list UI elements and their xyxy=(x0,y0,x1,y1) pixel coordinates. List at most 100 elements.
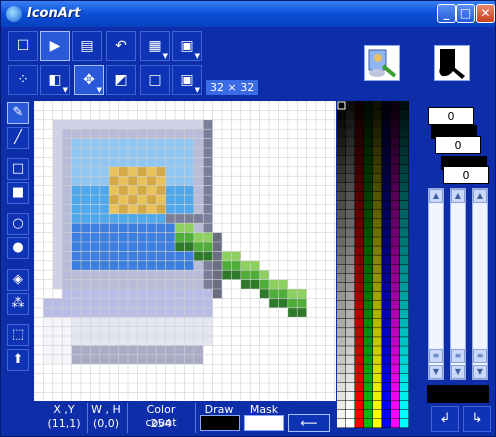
palette-swatch[interactable] xyxy=(355,200,364,210)
palette-swatch[interactable] xyxy=(355,264,364,274)
palette-swatch[interactable] xyxy=(391,400,400,410)
palette-swatch[interactable] xyxy=(400,200,409,210)
palette-swatch[interactable] xyxy=(382,101,391,110)
palette-swatch[interactable] xyxy=(364,391,373,401)
palette-swatch[interactable] xyxy=(364,110,373,119)
palette-swatch[interactable] xyxy=(391,418,400,428)
palette-swatch[interactable] xyxy=(391,355,400,364)
palette-swatch[interactable] xyxy=(373,418,382,428)
palette-swatch[interactable] xyxy=(364,418,373,428)
palette-swatch[interactable] xyxy=(373,346,382,355)
palette-swatch[interactable] xyxy=(337,418,346,428)
palette-swatch[interactable] xyxy=(391,255,400,264)
palette-swatch[interactable] xyxy=(382,319,391,328)
palette-swatch[interactable] xyxy=(337,409,346,419)
palette-swatch[interactable] xyxy=(355,155,364,165)
palette-swatch[interactable] xyxy=(373,137,382,146)
palette-swatch[interactable] xyxy=(355,146,364,155)
palette-swatch[interactable] xyxy=(346,119,355,128)
blue-slider[interactable]: ▲ ≡ ▼ xyxy=(472,188,488,380)
palette-swatch[interactable] xyxy=(391,309,400,319)
palette-swatch[interactable] xyxy=(382,255,391,264)
palette-swatch[interactable] xyxy=(382,110,391,119)
palette-swatch[interactable] xyxy=(337,191,346,201)
palette-swatch[interactable] xyxy=(337,391,346,401)
palette-swatch[interactable] xyxy=(373,300,382,310)
color-select-button[interactable]: ◧ ▼ xyxy=(40,65,70,95)
palette-swatch[interactable] xyxy=(373,291,382,301)
palette-swatch[interactable] xyxy=(346,146,355,155)
palette-swatch[interactable] xyxy=(337,273,346,283)
palette-swatch[interactable] xyxy=(382,328,391,337)
frame-button[interactable]: □ xyxy=(140,65,170,95)
palette-swatch[interactable] xyxy=(391,364,400,373)
palette-swatch[interactable] xyxy=(391,337,400,346)
palette-swatch[interactable] xyxy=(373,382,382,392)
palette-swatch[interactable] xyxy=(364,173,373,183)
palette-swatch[interactable] xyxy=(400,210,409,219)
palette-swatch[interactable] xyxy=(337,219,346,228)
palette-swatch[interactable] xyxy=(400,228,409,237)
palette-swatch[interactable] xyxy=(382,210,391,219)
palette-swatch[interactable] xyxy=(337,119,346,128)
palette-swatch[interactable] xyxy=(355,291,364,301)
chevron-up-icon[interactable]: ▲ xyxy=(473,189,487,203)
palette-swatch[interactable] xyxy=(382,219,391,228)
palette-swatch[interactable] xyxy=(382,391,391,401)
new-file-button[interactable]: ☐ xyxy=(8,31,38,61)
palette-swatch[interactable] xyxy=(382,418,391,428)
pixel-grid[interactable] xyxy=(34,101,336,401)
palette-swatch[interactable] xyxy=(364,282,373,292)
palette-swatch[interactable] xyxy=(355,255,364,264)
palette-swatch[interactable] xyxy=(364,373,373,383)
palette-swatch[interactable] xyxy=(337,373,346,383)
palette-swatch[interactable] xyxy=(346,391,355,401)
palette-swatch[interactable] xyxy=(346,110,355,119)
palette-swatch[interactable] xyxy=(337,346,346,355)
pixel-editor-canvas[interactable] xyxy=(34,101,336,401)
palette-swatch[interactable] xyxy=(355,282,364,292)
palette-swatch[interactable] xyxy=(337,155,346,165)
palette-swatch[interactable] xyxy=(364,246,373,255)
palette-swatch[interactable] xyxy=(364,400,373,410)
ellipse-tool[interactable]: ○ xyxy=(7,213,29,235)
palette-swatch[interactable] xyxy=(364,337,373,346)
palette-swatch[interactable] xyxy=(382,146,391,155)
slider-thumb[interactable]: ≡ xyxy=(429,349,443,363)
undo-button[interactable]: ↶ xyxy=(106,31,136,61)
left-corner-button[interactable]: ↲ xyxy=(431,406,459,432)
palette-swatch[interactable] xyxy=(346,382,355,392)
palette-swatch[interactable] xyxy=(346,164,355,174)
palette-swatch[interactable] xyxy=(382,200,391,210)
palette-swatch[interactable] xyxy=(382,119,391,128)
palette-swatch[interactable] xyxy=(346,173,355,183)
palette-swatch[interactable] xyxy=(355,173,364,183)
palette-swatch[interactable] xyxy=(391,191,400,201)
palette-swatch[interactable] xyxy=(382,337,391,346)
palette-swatch[interactable] xyxy=(337,128,346,137)
clipboard-button[interactable]: ▣ ▼ xyxy=(172,31,202,61)
swap-colors-button[interactable]: ⟵ xyxy=(288,414,330,432)
palette-swatch[interactable] xyxy=(346,418,355,428)
palette-swatch[interactable] xyxy=(346,273,355,283)
palette-swatch[interactable] xyxy=(391,319,400,328)
palette-swatch[interactable] xyxy=(364,291,373,301)
palette-swatch[interactable] xyxy=(364,200,373,210)
palette-swatch[interactable] xyxy=(364,228,373,237)
palette-swatch[interactable] xyxy=(337,210,346,219)
color-palette[interactable] xyxy=(337,101,409,428)
palette-swatch[interactable] xyxy=(337,264,346,274)
palette-swatch[interactable] xyxy=(382,273,391,283)
palette-swatch[interactable] xyxy=(400,110,409,119)
palette-swatch[interactable] xyxy=(364,219,373,228)
palette-swatch[interactable] xyxy=(355,373,364,383)
palette-swatch[interactable] xyxy=(400,319,409,328)
chevron-down-icon[interactable]: ▼ xyxy=(429,365,443,379)
palette-swatch[interactable] xyxy=(373,391,382,401)
palette-swatch[interactable] xyxy=(373,155,382,165)
palette-swatch[interactable] xyxy=(373,328,382,337)
palette-button[interactable]: ▦ ▼ xyxy=(140,31,170,61)
palette-swatch[interactable] xyxy=(346,373,355,383)
palette-swatch[interactable] xyxy=(346,237,355,246)
palette-swatch[interactable] xyxy=(346,409,355,419)
